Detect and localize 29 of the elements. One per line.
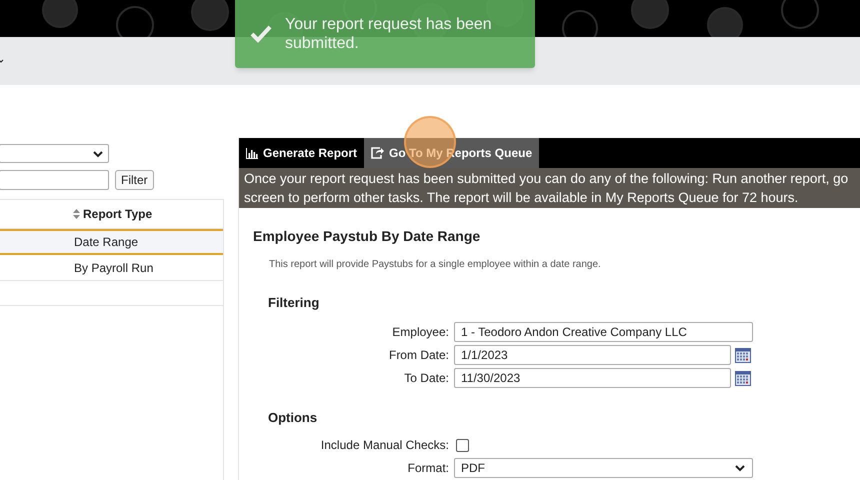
filter-field[interactable] <box>0 170 109 190</box>
table-cell-text: By Payroll Run <box>74 260 154 276</box>
field-label: Format: <box>406 460 449 476</box>
field-label: To Date: <box>403 370 449 387</box>
filter-button[interactable]: Filter <box>115 170 154 190</box>
report-title: Employee Paystub By Date Range <box>253 227 482 246</box>
field-label: Employee: <box>391 324 449 341</box>
calendar-icon[interactable] <box>735 370 751 386</box>
section-heading: Filtering <box>268 294 320 312</box>
info-text: Once your report request has been submitted you can do any of the following: Run another report, go screen to perform other tasks. The report will be available in My Reports Queue for 72 hours. <box>244 170 850 207</box>
text-field[interactable]: 1 - Teodoro Andon Creative Company LLC <box>454 322 753 342</box>
date-field[interactable]: 11/30/2023 <box>454 368 731 388</box>
field-label: Include Manual Checks: <box>320 436 449 454</box>
share-icon <box>371 147 384 159</box>
toast-message: Your report request has been submitted. <box>285 15 493 53</box>
calendar-icon[interactable] <box>735 347 751 363</box>
table-row[interactable]: By Payroll Run <box>0 255 223 281</box>
field-label: From Date: <box>388 347 449 364</box>
table-cell-text: Date Range <box>74 234 138 251</box>
checkmark-icon <box>249 24 273 44</box>
bar-chart-icon <box>246 148 258 158</box>
date-field[interactable]: 1/1/2023 <box>454 345 731 365</box>
sort-icon <box>73 209 80 219</box>
column-header[interactable]: Report Type <box>73 205 152 223</box>
format-select[interactable]: PDF <box>454 458 753 478</box>
report-description: This report will provide Paystubs for a single employee within a date range. <box>269 258 602 272</box>
section-heading: Options <box>268 408 318 427</box>
table-row[interactable]: Date Range <box>0 229 223 255</box>
checkbox[interactable] <box>456 439 469 452</box>
